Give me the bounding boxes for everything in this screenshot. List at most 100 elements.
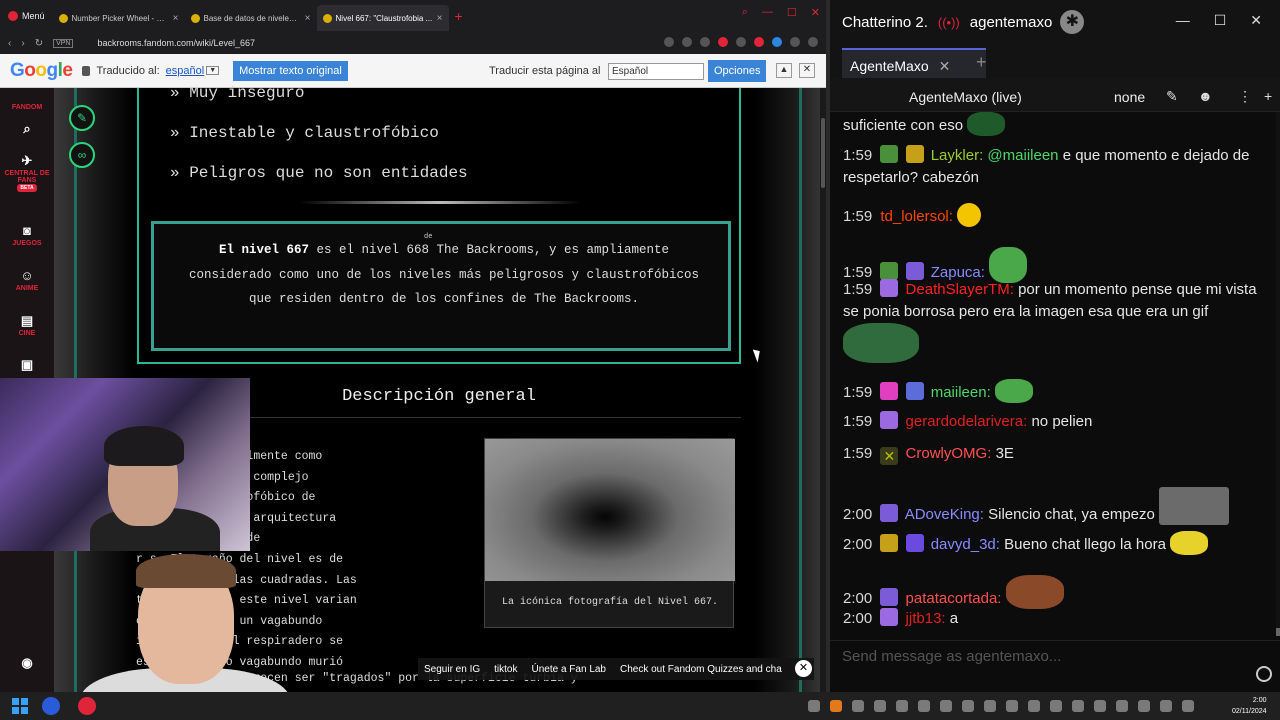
minimize-icon[interactable]: — [762,6,773,19]
menu-icon[interactable] [808,37,818,47]
message-mention[interactable]: @maiileen [987,147,1058,164]
close-tab-icon[interactable]: ✕ [939,58,951,74]
chat-scrollbar-thumb[interactable] [1276,628,1280,636]
bookmark-icon[interactable] [664,37,674,47]
tray-icon[interactable] [1028,700,1040,712]
account-nav-item[interactable]: ◉ [0,656,54,672]
camera-icon[interactable] [700,37,710,47]
translated-language-link[interactable]: español [166,65,205,77]
tray-icon[interactable] [918,700,930,712]
link-icon[interactable]: ∞ [69,142,95,168]
minimize-icon[interactable]: — [1176,12,1190,29]
tray-icon[interactable] [1072,700,1084,712]
tab-close-icon[interactable]: × [173,13,179,24]
tab-close-icon[interactable]: × [437,13,443,24]
tray-icon[interactable] [808,700,820,712]
browser-tab-1[interactable]: Number Picker Wheel - Pick × [53,5,185,31]
message-user[interactable]: ADoveKing: [905,506,984,523]
movies-nav-item[interactable]: ▤ CINE [0,314,54,338]
more-options-icon[interactable]: ⋮ [1238,88,1252,105]
shield-icon[interactable] [718,37,728,47]
language-select[interactable]: Español [608,63,704,80]
close-translate-icon[interactable]: ✕ [799,63,815,78]
message-user[interactable]: gerardodelarivera: [906,413,1028,430]
search-nav-item[interactable]: ⌕ [0,122,54,138]
tab-close-icon[interactable]: × [305,13,311,24]
microphone-icon[interactable] [1116,700,1128,712]
chat-scrollbar[interactable] [1276,112,1280,636]
tray-icon[interactable] [896,700,908,712]
footer-link-quizzes[interactable]: Check out Fandom Quizzes and cha [620,664,782,675]
heart-icon[interactable] [736,37,746,47]
volume-icon[interactable] [1160,700,1172,712]
vpn-badge[interactable]: VPN [53,38,74,48]
extension-red-icon[interactable] [754,37,764,47]
back-icon[interactable]: ‹ [8,38,11,49]
tray-icon[interactable] [830,700,842,712]
scrollbar-thumb[interactable] [821,118,825,188]
footer-link-fanlab[interactable]: Únete a Fan Lab [532,664,607,675]
zoom-icon[interactable] [682,37,692,47]
edit-icon[interactable]: ✎ [69,105,95,131]
reload-icon[interactable]: ↻ [35,38,43,49]
browser-tab-2[interactable]: Base de datos de niveles de × [185,5,317,31]
windows-start-icon[interactable] [12,698,28,714]
channel-title[interactable]: AgenteMaxo (live) [909,89,1022,105]
tv-nav-item[interactable]: ▣ [0,358,54,374]
tray-icon[interactable] [1094,700,1106,712]
level-photo[interactable] [485,439,735,581]
message-user[interactable]: jjtb13: [906,610,946,627]
message-user[interactable]: maiileen: [931,384,991,401]
extension-blue-icon[interactable] [772,37,782,47]
fandom-logo[interactable]: FANDOM [0,104,54,111]
add-tab-icon[interactable]: + [976,52,987,73]
close-icon[interactable]: ✕ [811,6,820,19]
message-user[interactable]: DeathSlayerTM: [906,281,1014,298]
gear-icon[interactable]: ✱ [1060,10,1085,34]
browser-menu-button[interactable]: Menú [0,0,53,32]
tray-icon[interactable] [984,700,996,712]
collapse-icon[interactable]: ▲ [776,63,792,78]
maximize-icon[interactable]: ☐ [787,6,797,19]
search-icon[interactable]: ⌕ [742,6,748,19]
tray-icon[interactable] [962,700,974,712]
options-button[interactable]: Opciones [708,60,767,82]
footer-close-icon[interactable]: ✕ [795,660,812,677]
fan-central-nav-item[interactable]: ✈ CENTRAL DE FANS BETA [0,154,54,192]
taskbar-clock[interactable]: 2:00 02/11/2024 [1232,695,1267,717]
chat-tab-agentemaxo[interactable]: AgenteMaxo ✕ [842,48,986,78]
message-user[interactable]: CrowlyOMG: [906,445,992,462]
users-icon[interactable]: ☻ [1198,88,1213,104]
new-tab-icon[interactable]: + [455,8,463,24]
pencil-icon[interactable]: ✎ [1166,88,1178,105]
tray-icon[interactable] [852,700,864,712]
show-original-button[interactable]: Mostrar texto original [233,60,348,81]
chat-input[interactable]: Send message as agentemaxo... [842,648,1061,665]
anime-nav-item[interactable]: ☺ ANIME [0,269,54,293]
taskbar-app-icon[interactable] [42,697,60,715]
channel-mode[interactable]: none [1114,89,1145,105]
browser-tab-3-active[interactable]: Nivel 667: "Claustrofobia ... × [316,5,449,31]
language-dropdown-icon[interactable]: ▼ [206,66,220,75]
games-nav-item[interactable]: ◙ JUEGOS [0,224,54,248]
add-split-icon[interactable]: + [1264,88,1272,104]
emoji-picker-icon[interactable] [1256,666,1272,682]
download-icon[interactable] [790,37,800,47]
message-user[interactable]: td_lolersol: [880,208,953,225]
tray-icon[interactable] [1050,700,1062,712]
network-icon[interactable] [1138,700,1150,712]
forward-icon[interactable]: › [21,38,24,49]
account-name[interactable]: agentemaxo [970,14,1053,31]
message-user[interactable]: Laykler: [931,147,984,164]
opera-taskbar-icon[interactable] [78,697,96,715]
footer-link-ig[interactable]: Seguir en IG [424,664,480,675]
footer-link-tiktok[interactable]: tiktok [494,664,517,675]
battery-icon[interactable] [1182,700,1194,712]
message-user[interactable]: davyd_3d: [931,536,1000,553]
maximize-icon[interactable]: ☐ [1214,12,1227,29]
tray-icon[interactable] [940,700,952,712]
url-field[interactable]: backrooms.fandom.com/wiki/Level_667 [97,38,255,48]
close-icon[interactable]: ✕ [1250,12,1262,29]
message-user[interactable]: patatacortada: [906,590,1002,607]
tray-icon[interactable] [1006,700,1018,712]
